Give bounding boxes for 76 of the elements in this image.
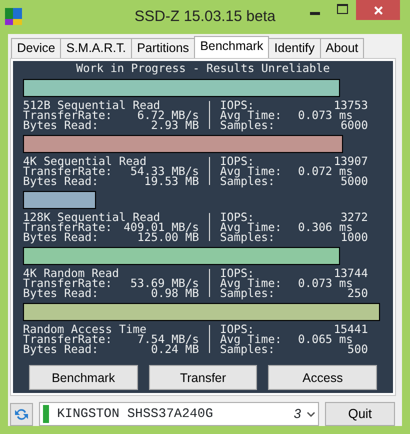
tab[interactable]: Identify [268,38,321,58]
bytes-read-value: 125.00 MB [137,232,199,242]
tab[interactable]: Benchmark [194,36,270,58]
samples-label: Samples: [220,344,275,354]
samples-label: Samples: [220,120,275,130]
iops-label: IOPS: [220,212,254,222]
action-button[interactable]: Transfer [148,365,258,390]
samples-label: Samples: [220,176,275,186]
test-name: 4K Sequential Read [23,156,146,166]
avg-time-label: Avg Time: [220,110,283,120]
panel-heading: Work in Progress - Results Unreliable [75,62,331,77]
transfer-rate-value: 7.54 MB/s [137,334,199,344]
transfer-rate-label: TransferRate: [23,334,112,344]
avg-time-value: 0.065 ms [298,334,353,344]
close-button[interactable] [356,0,400,20]
bytes-read-label: Bytes Read: [23,232,98,242]
transfer-rate-label: TransferRate: [23,278,112,288]
avg-time-value: 0.306 ms [298,222,353,232]
transfer-rate-label: TransferRate: [23,222,112,232]
samples-value: 1000 [340,232,368,242]
close-icon [374,6,382,14]
window-title: SSD-Z 15.03.15 beta [134,7,276,27]
drive-status-icon [43,405,49,423]
avg-time-label: Avg Time: [220,278,283,288]
action-button[interactable]: Benchmark [29,365,138,390]
bytes-read-label: Bytes Read: [23,176,98,186]
bytes-read-value: 0.98 MB [150,288,199,298]
transfer-rate-value: 54.33 MB/s [130,166,199,176]
refresh-icon [14,406,29,422]
app-icon [5,8,22,25]
iops-value: 13753 [332,100,368,110]
transfer-rate-value: 53.69 MB/s [130,278,199,288]
samples-label: Samples: [220,288,275,298]
samples-value: 5000 [340,176,368,186]
tab[interactable]: Device [11,38,62,58]
bytes-read-label: Bytes Read: [23,120,98,130]
bytes-read-value: 0.24 MB [150,344,199,354]
avg-time-label: Avg Time: [220,222,283,232]
samples-value: 500 [347,344,368,354]
action-button[interactable]: Access [268,365,378,390]
drive-dropdown[interactable]: KINGSTON SHSS37A240G 3 [39,402,319,426]
samples-label: Samples: [220,232,275,242]
test-name: Random Access Time [23,324,146,334]
avg-time-label: Avg Time: [220,334,283,344]
avg-time-label: Avg Time: [220,166,283,176]
maximize-icon[interactable] [337,4,348,14]
samples-value: 6000 [340,120,368,130]
quit-button[interactable]: Quit [325,402,395,426]
samples-value: 250 [347,288,368,298]
bytes-read-value: 2.93 MB [150,120,199,130]
iops-label: IOPS: [220,156,254,166]
drive-name: KINGSTON SHSS37A240G [56,405,214,424]
refresh-button[interactable] [10,402,33,426]
iops-value: 13744 [332,268,368,278]
iops-label: IOPS: [220,268,254,278]
tab[interactable]: About [320,38,364,58]
avg-time-value: 0.073 ms [298,110,353,120]
transfer-rate-value: 409.01 MB/s [124,222,199,232]
iops-label: IOPS: [220,100,254,110]
transfer-rate-label: TransferRate: [23,110,112,120]
caret-icon [307,412,315,416]
avg-time-value: 0.072 ms [298,166,353,176]
test-name: 512B Sequential Read [23,100,160,110]
avg-time-value: 0.073 ms [298,278,353,288]
test-name: 128K Sequential Read [23,212,160,222]
transfer-rate-value: 6.72 MB/s [137,110,199,120]
bytes-read-value: 19.53 MB [144,176,199,186]
iops-label: IOPS: [220,324,254,334]
iops-value: 3272 [340,212,368,222]
bytes-read-label: Bytes Read: [23,344,98,354]
iops-value: 13907 [332,156,368,166]
bytes-read-label: Bytes Read: [23,288,98,298]
test-name: 4K Random Read [23,268,120,278]
iops-value: 15441 [332,324,368,334]
transfer-rate-label: TransferRate: [23,166,112,176]
drive-number: 3 [294,405,301,424]
